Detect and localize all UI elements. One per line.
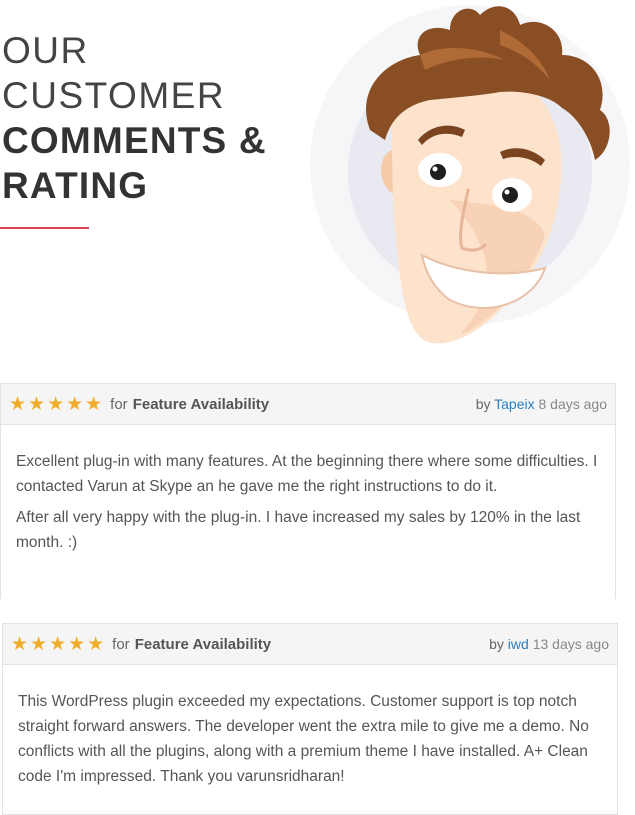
heading-line-customer: CUSTOMER	[2, 75, 226, 116]
review-paragraph: Excellent plug-in with many features. At…	[16, 453, 598, 495]
review-meta: by Tapeix 8 days ago	[476, 396, 607, 412]
review-header: ★★★★★ for Feature Availability by Tapeix…	[1, 384, 615, 425]
review-paragraph: This WordPress plugin exceeded my expect…	[18, 693, 589, 785]
heading-line-our: OUR	[2, 30, 89, 71]
review-card: ★★★★★ for Feature Availability by iwd 13…	[2, 623, 618, 815]
review-body: This WordPress plugin exceeded my expect…	[3, 665, 617, 789]
rating-aspect: Feature Availability	[132, 395, 270, 413]
review-card: ★★★★★ for Feature Availability by Tapeix…	[0, 383, 616, 599]
for-label: for	[112, 635, 130, 653]
review-date: 8 days ago	[538, 396, 608, 412]
review-date: 13 days ago	[532, 636, 609, 652]
section-heading: OUR CUSTOMER COMMENTS & RATING	[2, 28, 267, 208]
heading-line-comments: COMMENTS &	[2, 120, 267, 161]
review-paragraph: After all very happy with the plug-in. I…	[16, 509, 581, 551]
rating-aspect: Feature Availability	[134, 635, 272, 653]
review-meta: by iwd 13 days ago	[489, 636, 609, 652]
by-label: by	[475, 396, 491, 412]
author-link[interactable]: iwd	[508, 636, 529, 652]
star-rating-icon: ★★★★★	[9, 393, 105, 415]
cartoon-face-illustration	[310, 5, 630, 344]
for-label: for	[110, 395, 128, 413]
star-rating-icon: ★★★★★	[11, 633, 107, 655]
author-link[interactable]: Tapeix	[494, 396, 534, 412]
by-label: by	[489, 636, 504, 652]
heading-line-rating: RATING	[2, 165, 149, 206]
review-body: Excellent plug-in with many features. At…	[1, 425, 615, 555]
review-header: ★★★★★ for Feature Availability by iwd 13…	[3, 624, 617, 665]
heading-underline	[0, 227, 89, 229]
